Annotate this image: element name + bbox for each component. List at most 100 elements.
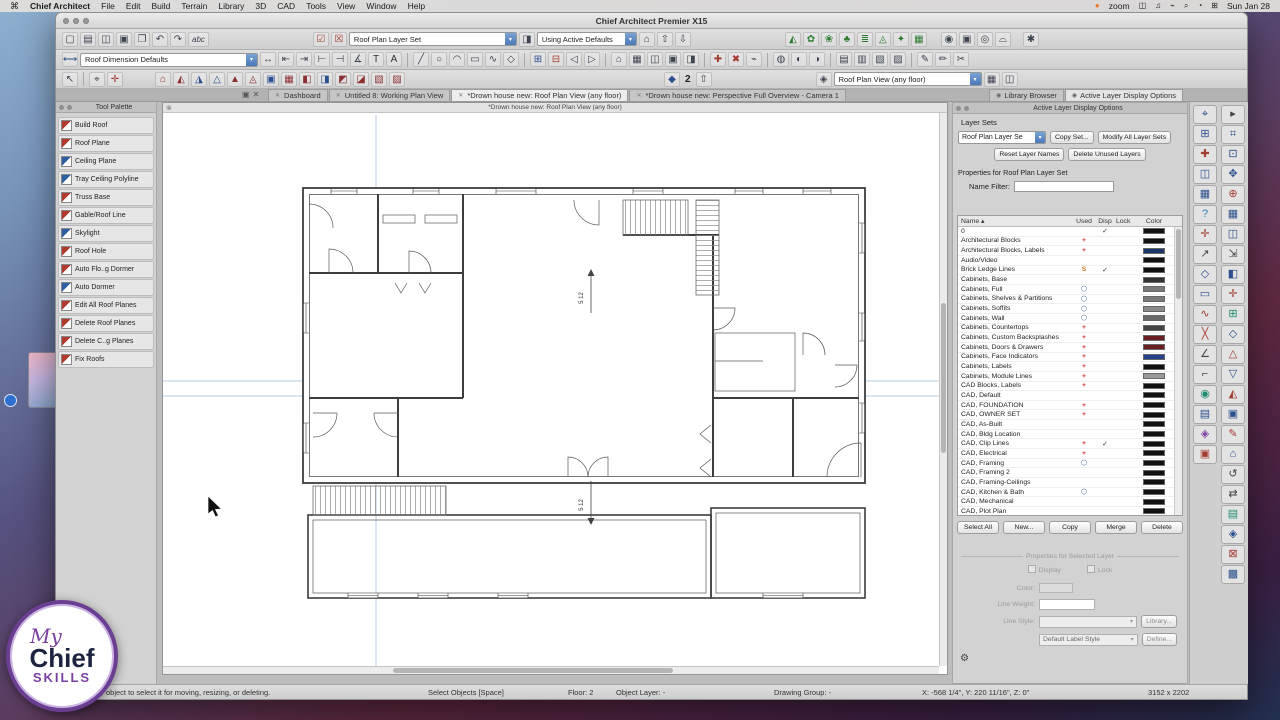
layer-row[interactable]: Cabinets, Shelves & Partitions ◯ [958,294,1174,305]
battery-icon[interactable]: ⌁ [1170,2,1175,10]
layer-color-swatch[interactable] [1143,344,1165,351]
layer-row[interactable]: Cabinets, Labels + [958,362,1174,372]
layer-row[interactable]: Cabinets, Face Indicators + [958,352,1174,363]
window-titlebar[interactable]: Chief Architect Premier X15 [56,13,1247,29]
layer-name[interactable]: Cabinets, Full [958,286,1074,293]
layer-name[interactable]: CAD, Clip Lines [958,440,1074,447]
side-tool-icon[interactable]: △ [1221,345,1245,364]
side-tool-icon[interactable]: ⌐ [1193,365,1217,384]
side-tool-icon[interactable]: ◈ [1193,425,1217,444]
layer-name[interactable]: Audio/Video [958,257,1074,264]
palette-item-roof-hole[interactable]: Roof Hole [58,243,154,260]
apple-menu-icon[interactable]: ⌘ [10,1,19,12]
palette-item-roof-plane[interactable]: Roof Plane [58,135,154,152]
delete-roof-planes-icon[interactable]: ◪ [353,71,369,87]
side-tool-icon[interactable]: ∿ [1193,305,1217,324]
side-tool-icon[interactable]: ⊡ [1221,145,1245,164]
plan-canvas[interactable]: ⊗ *Drown house new: Roof Plan View (any … [162,102,948,675]
layer-color-cell[interactable] [1138,469,1170,476]
layer-table-scroll-thumb[interactable] [1176,229,1181,299]
reference-display-icon[interactable]: ◨ [518,31,535,47]
layer-color-cell[interactable] [1138,324,1170,331]
menu-3d[interactable]: 3D [255,1,266,11]
layer-color-swatch[interactable] [1143,489,1165,496]
layer-color-swatch[interactable] [1143,440,1165,447]
plan-view-select[interactable]: Roof Plan View (any floor) ▾ [833,72,982,86]
view-tab-0[interactable]: ✕ Dashboard [268,89,328,101]
palette-item-fix-roofs[interactable]: Fix Roofs [58,351,154,368]
text-tool-icon[interactable]: T [368,52,384,67]
layer-color-swatch[interactable] [1143,286,1165,293]
layer-color-swatch[interactable] [1143,295,1165,302]
road-icon[interactable]: ≣ [856,31,873,47]
layer-name[interactable]: Cabinets, Soffits [958,305,1074,312]
active-defaults-select[interactable]: Using Active Defaults ▾ [536,32,637,46]
side-tool-icon[interactable]: ◫ [1221,225,1245,244]
layer-row[interactable]: Cabinets, Wall ◯ [958,313,1174,324]
gear-icon[interactable]: ⚙ [960,653,969,664]
layer-name[interactable]: Architectural Blocks, Labels [958,247,1074,254]
layer-table-scrollbar[interactable] [1174,227,1182,515]
menu-view[interactable]: View [337,1,355,11]
panel-undock-icon[interactable] [964,105,969,111]
control-center-icon[interactable]: ◔ [1197,2,1202,10]
palette-item-edit-all-roof-planes[interactable]: Edit All Roof Planes [58,297,154,314]
floor-down-icon[interactable]: ⇩ [674,31,691,47]
desktop-badge-icon[interactable] [4,394,17,407]
layer-name[interactable]: CAD, Default [958,392,1074,399]
layer-row[interactable]: Brick Ledge Lines S ✓ [958,265,1174,276]
roof-tools-icon[interactable]: ▨ [389,71,405,87]
layer-name[interactable]: CAD, Framing-Ceilings [958,479,1074,486]
layer-color-swatch[interactable] [1143,402,1165,409]
delete-tool-icon[interactable]: ✖ [728,52,744,67]
layer-row[interactable]: CAD, As-Built [958,420,1174,430]
side-tool-icon[interactable]: ▣ [1221,405,1245,424]
side-tool-icon[interactable]: ▦ [1221,205,1245,224]
material-eyedropper-icon[interactable]: ◍ [773,52,789,67]
layer-row[interactable]: CAD, OWNER SET + [958,410,1174,421]
layer-row[interactable]: CAD, Mechanical [958,497,1174,508]
layer-color-swatch[interactable] [1143,460,1165,467]
layer-color-swatch[interactable] [1143,334,1165,341]
annotate-icon[interactable]: ✏ [935,52,951,67]
adjust-lights-icon[interactable]: ◐ [791,52,807,67]
settings-icon[interactable]: ✱ [1022,31,1039,47]
layer-color-cell[interactable] [1138,498,1170,505]
auto-interior-dimensions-icon[interactable]: ⊟ [548,52,564,67]
zoom-menu-item[interactable]: zoom [1109,2,1130,11]
layer-name[interactable]: CAD, Plot Plan [958,508,1074,515]
cad-arc-icon[interactable]: ◠ [449,52,465,67]
layer-color-cell[interactable] [1138,353,1170,360]
reset-layer-names-button[interactable]: Reset Layer Names [994,148,1065,161]
layer-color-cell[interactable] [1138,431,1170,438]
close-icon[interactable]: ✕ [636,92,641,99]
layer-name[interactable]: CAD, OWNER SET [958,411,1074,418]
cad-polygon-icon[interactable]: ◇ [503,52,519,67]
layer-name[interactable]: Cabinets, Custom Backsplashes [958,334,1074,341]
side-tool-icon[interactable]: ✥ [1221,165,1245,184]
layer-color-swatch[interactable] [1143,421,1165,428]
tray-ceiling-icon[interactable]: △ [209,71,225,87]
menubar-date[interactable]: Sun Jan 28 [1227,1,1270,11]
side-tool-icon[interactable]: ✚ [1193,145,1217,164]
layer-set-select[interactable]: Roof Plan Layer Se ▾ [958,131,1046,144]
overview-icon[interactable]: ⌓ [994,31,1011,47]
close-all-icon[interactable]: ✕ [253,90,260,99]
layer-color-cell[interactable] [1138,411,1170,418]
layer-color-swatch[interactable] [1143,479,1165,486]
side-tool-icon[interactable]: ▣ [1193,445,1217,464]
layer-name[interactable]: CAD, As-Built [958,421,1074,428]
layer-row[interactable]: CAD, Bldg Location [958,429,1174,440]
modify-all-layer-sets-button[interactable]: Modify All Layer Sets [1097,131,1172,144]
side-tool-icon[interactable]: ◫ [1193,165,1217,184]
layer-row[interactable]: CAD, Framing-Ceilings [958,478,1174,488]
menu-library[interactable]: Library [218,1,244,11]
delete-layer-button[interactable]: Delete [1141,521,1183,534]
palette-item-auto-dormer[interactable]: Auto Dormer [58,279,154,296]
interior-dimension-icon[interactable]: ⊣ [332,52,348,67]
export-icon[interactable]: ❐ [134,31,150,47]
panel-close-icon[interactable] [956,105,961,111]
layer-row[interactable]: Architectural Blocks + [958,236,1174,247]
layer-color-cell[interactable] [1138,421,1170,428]
dimension-defaults-icon[interactable]: ⟷ [62,52,78,67]
